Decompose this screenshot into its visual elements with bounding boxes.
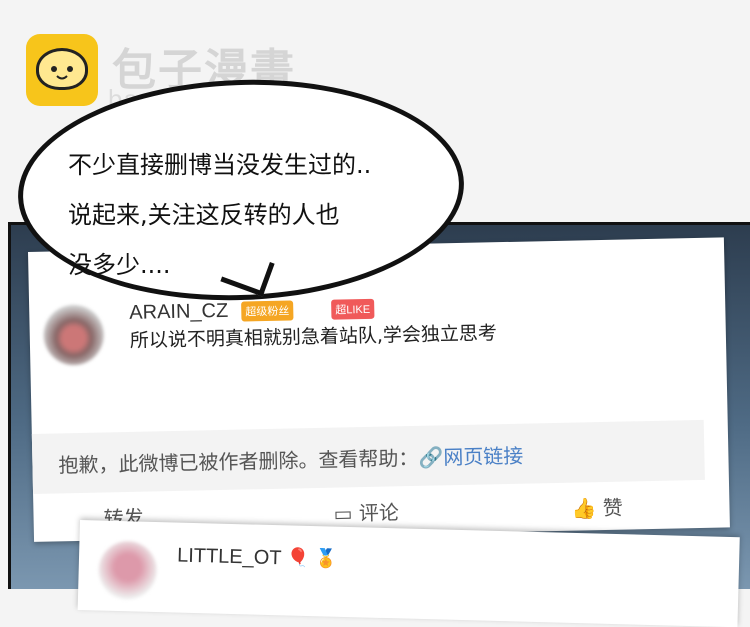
comment-icon: ▭ (333, 501, 353, 526)
web-link[interactable]: 网页链接 (443, 444, 523, 470)
deleted-notice-text: 抱歉，此微博已被作者删除。查看帮助： (58, 445, 419, 478)
like-label: 赞 (602, 495, 624, 521)
comment-label: 评论 (358, 500, 400, 526)
bubble-line-2: 说起来,关注这反转的人也 (68, 201, 340, 229)
deleted-repost-box: 抱歉，此微博已被作者删除。查看帮助：🔗网页链接 (31, 419, 705, 494)
avatar[interactable] (97, 540, 158, 601)
next-post-username[interactable]: LITTLE_OT (177, 545, 282, 571)
comment-button[interactable]: ▭ 评论 (333, 496, 399, 526)
like-button[interactable]: 👍 赞 (571, 492, 623, 522)
bubble-line-3: 没多少.... (68, 251, 171, 279)
speech-bubble-text: 不少直接删博当没发生过的.. 说起来,关注这反转的人也 没多少.... (68, 140, 371, 290)
balloon-badge-icon: 🎈 (286, 547, 310, 570)
bun-face-icon (36, 48, 88, 90)
deleted-notice: 抱歉，此微博已被作者删除。查看帮助：🔗网页链接 (58, 440, 523, 479)
post-username[interactable]: ARAIN_CZ (129, 300, 228, 325)
baozi-logo (26, 34, 98, 106)
fan-badge: 超级粉丝 (241, 300, 294, 322)
medal-badge-icon: 🏅 (314, 548, 338, 570)
avatar[interactable] (43, 304, 105, 366)
bubble-line-1: 不少直接删博当没发生过的.. (68, 151, 372, 179)
next-post-card: LITTLE_OT 🎈 🏅 (77, 520, 740, 627)
like-badge: 超LIKE (331, 298, 375, 320)
thumbs-up-icon: 👍 (571, 496, 597, 521)
link-icon: 🔗 (418, 445, 444, 470)
